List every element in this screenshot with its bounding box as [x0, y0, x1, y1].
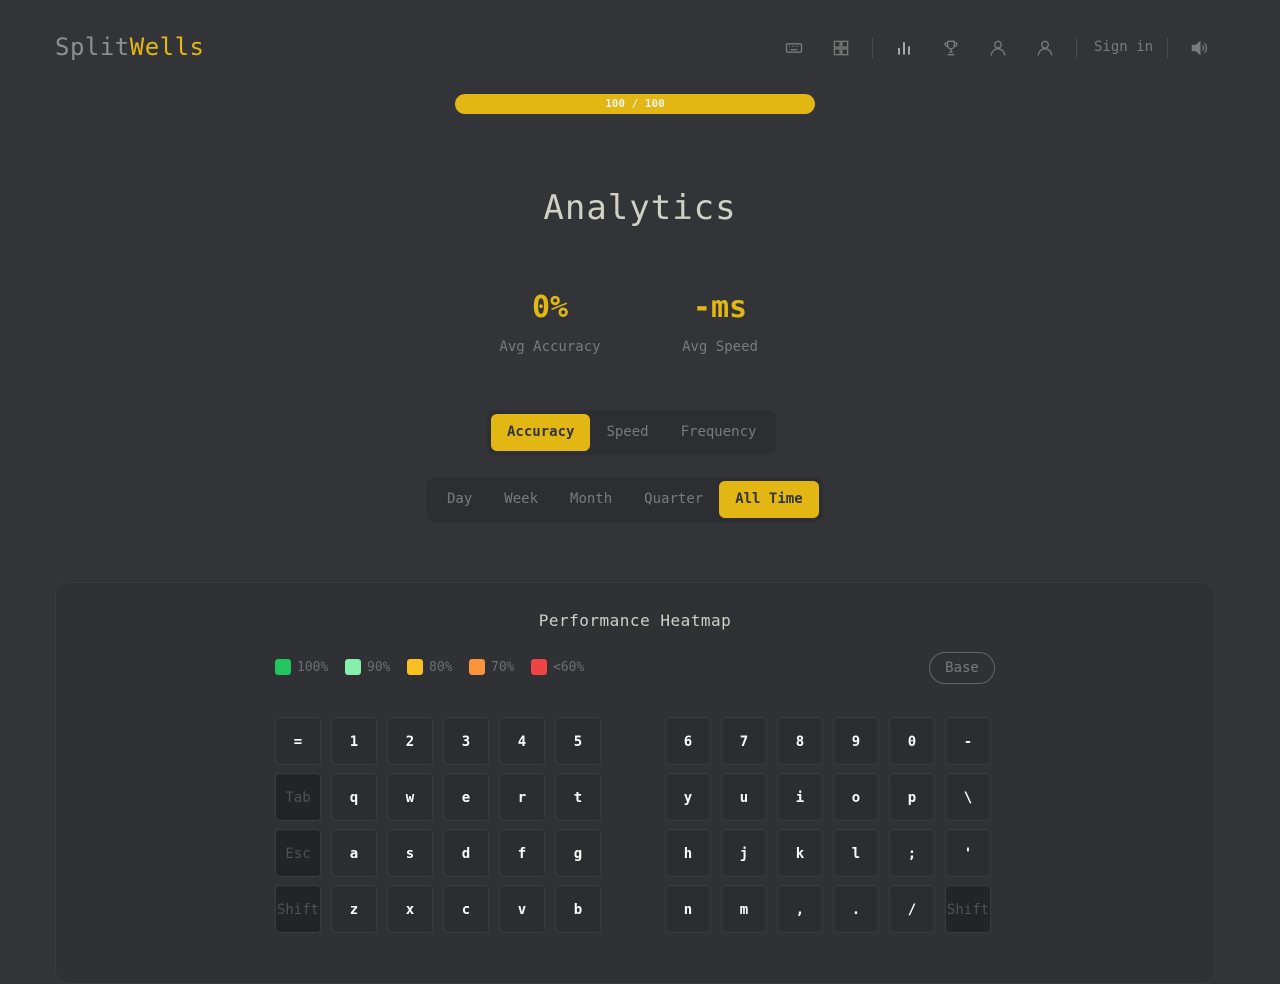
- key-char[interactable]: -: [945, 717, 991, 765]
- key-char[interactable]: 0: [889, 717, 935, 765]
- keyboard-icon[interactable]: [782, 36, 806, 60]
- key-char[interactable]: r: [499, 773, 545, 821]
- key-char[interactable]: s: [387, 829, 433, 877]
- legend-label: 70%: [491, 659, 515, 675]
- key-char[interactable]: z: [331, 885, 377, 933]
- progress-bar: 100 / 100: [455, 94, 815, 114]
- stat-value: 0%: [531, 290, 569, 325]
- legend-label: <60%: [553, 659, 585, 675]
- key-char[interactable]: ,: [777, 885, 823, 933]
- legend-item: 100%: [275, 659, 345, 675]
- key-char[interactable]: 5: [555, 717, 601, 765]
- tab-month[interactable]: Month: [554, 481, 628, 518]
- key-char[interactable]: t: [555, 773, 601, 821]
- key-char[interactable]: a: [331, 829, 377, 877]
- key-char[interactable]: 4: [499, 717, 545, 765]
- key-char[interactable]: f: [499, 829, 545, 877]
- key-char[interactable]: 3: [443, 717, 489, 765]
- progress-label: 100 / 100: [605, 97, 665, 110]
- nav-divider: [872, 38, 873, 58]
- sign-in-link[interactable]: Sign in: [1094, 39, 1153, 55]
- key-char[interactable]: /: [889, 885, 935, 933]
- heatmap-panel: Performance Heatmap 100% 90% 80% 70% <60…: [55, 582, 1215, 984]
- key-char[interactable]: 9: [833, 717, 879, 765]
- key-char[interactable]: h: [665, 829, 711, 877]
- key-tab[interactable]: Tab: [275, 773, 321, 821]
- heatmap-title: Performance Heatmap: [538, 611, 732, 630]
- stat-avg-speed: -ms Avg Speed: [635, 290, 805, 355]
- key-char[interactable]: b: [555, 885, 601, 933]
- key-shift[interactable]: Shift: [275, 885, 321, 933]
- tab-week[interactable]: Week: [488, 481, 554, 518]
- key-char[interactable]: i: [777, 773, 823, 821]
- key-char[interactable]: l: [833, 829, 879, 877]
- top-nav: Sign in: [0, 36, 1280, 60]
- speaker-icon[interactable]: [1187, 36, 1211, 60]
- tab-quarter[interactable]: Quarter: [628, 481, 719, 518]
- key-char[interactable]: 7: [721, 717, 767, 765]
- key-char[interactable]: g: [555, 829, 601, 877]
- key-char[interactable]: m: [721, 885, 767, 933]
- tab-speed[interactable]: Speed: [590, 414, 664, 451]
- page-title: Analytics: [543, 188, 737, 228]
- key-char[interactable]: d: [443, 829, 489, 877]
- legend-label: 100%: [297, 659, 329, 675]
- key-char[interactable]: 6: [665, 717, 711, 765]
- key-char[interactable]: q: [331, 773, 377, 821]
- legend-label: 90%: [367, 659, 391, 675]
- key-char[interactable]: e: [443, 773, 489, 821]
- legend-item: 80%: [407, 659, 469, 675]
- legend-item: 90%: [345, 659, 407, 675]
- stat-label: Avg Accuracy: [499, 339, 601, 355]
- key-char[interactable]: o: [833, 773, 879, 821]
- metric-tabs: Accuracy Speed Frequency: [487, 410, 777, 455]
- key-char[interactable]: =: [275, 717, 321, 765]
- tab-day[interactable]: Day: [431, 481, 488, 518]
- key-esc[interactable]: Esc: [275, 829, 321, 877]
- nav-divider: [1076, 38, 1077, 58]
- key-char[interactable]: y: [665, 773, 711, 821]
- key-char[interactable]: ': [945, 829, 991, 877]
- legend-swatch: [407, 659, 423, 675]
- key-char[interactable]: p: [889, 773, 935, 821]
- base-button[interactable]: Base: [929, 652, 995, 684]
- key-char[interactable]: x: [387, 885, 433, 933]
- key-char[interactable]: v: [499, 885, 545, 933]
- user-icon[interactable]: [986, 36, 1010, 60]
- key-char[interactable]: 1: [331, 717, 377, 765]
- legend-item: 70%: [469, 659, 531, 675]
- stat-label: Avg Speed: [682, 339, 758, 355]
- range-tabs: Day Week Month Quarter All Time: [427, 477, 823, 522]
- key-char[interactable]: .: [833, 885, 879, 933]
- legend-swatch: [469, 659, 485, 675]
- legend-swatch: [531, 659, 547, 675]
- tab-accuracy[interactable]: Accuracy: [491, 414, 591, 451]
- key-char[interactable]: ;: [889, 829, 935, 877]
- grid-icon[interactable]: [829, 36, 853, 60]
- bar-chart-icon[interactable]: [892, 36, 916, 60]
- legend-label: 80%: [429, 659, 453, 675]
- key-char[interactable]: n: [665, 885, 711, 933]
- user-icon[interactable]: [1033, 36, 1057, 60]
- legend-swatch: [345, 659, 361, 675]
- trophy-icon[interactable]: [939, 36, 963, 60]
- key-char[interactable]: k: [777, 829, 823, 877]
- tab-frequency[interactable]: Frequency: [665, 414, 773, 451]
- stat-value: -ms: [692, 290, 748, 325]
- key-char[interactable]: u: [721, 773, 767, 821]
- stat-avg-accuracy: 0% Avg Accuracy: [465, 290, 635, 355]
- key-shift[interactable]: Shift: [945, 885, 991, 933]
- key-char[interactable]: j: [721, 829, 767, 877]
- key-char[interactable]: 8: [777, 717, 823, 765]
- key-char[interactable]: \: [945, 773, 991, 821]
- key-char[interactable]: 2: [387, 717, 433, 765]
- legend-item: <60%: [531, 659, 584, 675]
- nav-divider: [1167, 38, 1168, 58]
- key-char[interactable]: w: [387, 773, 433, 821]
- key-char[interactable]: c: [443, 885, 489, 933]
- legend-swatch: [275, 659, 291, 675]
- tab-all-time[interactable]: All Time: [719, 481, 819, 518]
- heatmap-legend: 100% 90% 80% 70% <60%: [275, 659, 584, 675]
